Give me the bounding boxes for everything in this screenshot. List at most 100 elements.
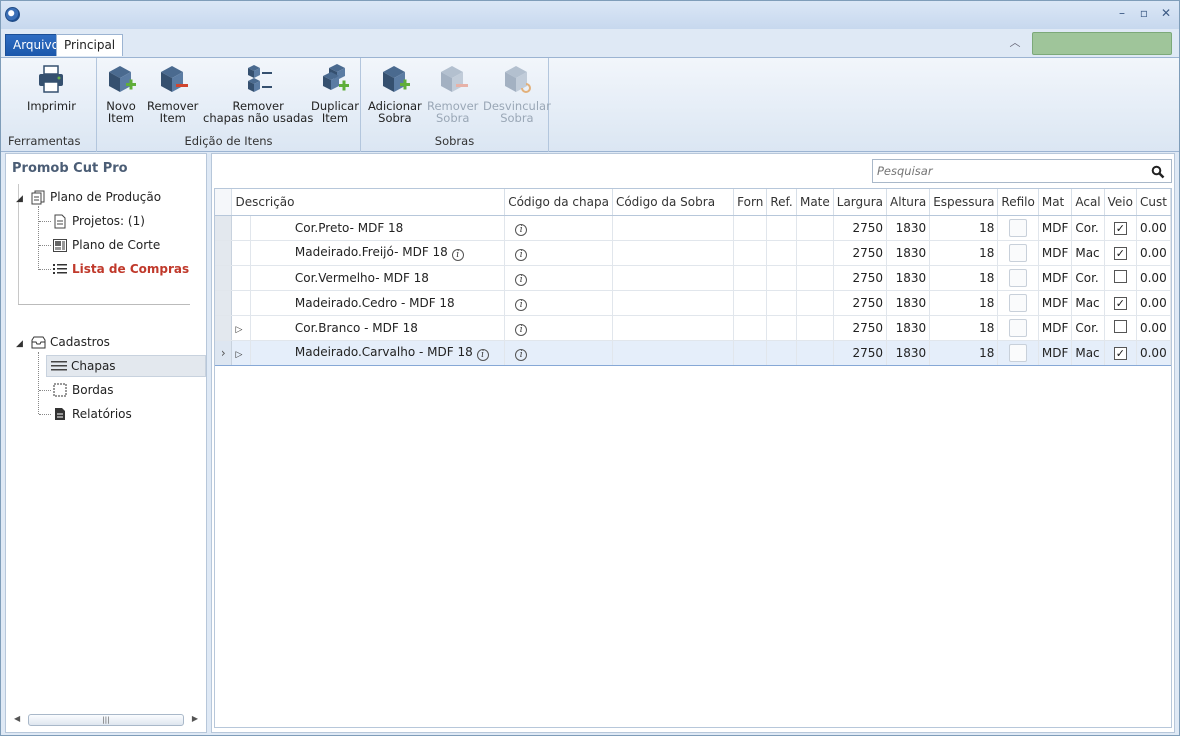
duplicar-item-button[interactable]: Duplicar Item [311, 62, 359, 124]
cell-codigo-chapa[interactable]: i [504, 240, 613, 266]
cell-refilo[interactable] [997, 290, 1039, 316]
veio-checkbox[interactable]: ✓ [1113, 246, 1127, 260]
refilo-button[interactable] [1009, 218, 1028, 237]
row-expander[interactable]: ▷ [231, 315, 251, 341]
cell-custo[interactable]: 0.00 [1136, 240, 1171, 266]
col-mat[interactable]: Mat [1038, 189, 1073, 216]
cell-codigo-chapa[interactable]: i [504, 290, 613, 316]
cell-acab[interactable]: Mac [1071, 290, 1105, 316]
cell-codigo-chapa[interactable]: i [504, 215, 613, 241]
nav-chapas[interactable]: Chapas [46, 355, 206, 377]
info-icon[interactable]: i [515, 298, 528, 311]
cell-forn[interactable] [733, 315, 768, 341]
cell-ref[interactable] [766, 215, 797, 241]
cell-mat[interactable]: MDF [1038, 215, 1073, 241]
cell-veio[interactable] [1104, 265, 1137, 291]
cell-largura[interactable]: 2750 [833, 290, 888, 316]
cell-mate[interactable] [796, 290, 834, 316]
row-selector[interactable] [215, 315, 233, 341]
nav-plano-producao[interactable]: Plano de Produção [30, 187, 161, 207]
col-espessura[interactable]: Espessura [929, 189, 999, 216]
cell-veio[interactable]: ✓ [1104, 215, 1137, 241]
scroll-left-icon[interactable]: ◀ [14, 714, 20, 723]
refilo-button[interactable] [1009, 318, 1028, 337]
cell-codigo-chapa[interactable]: i [504, 315, 613, 341]
col-altura[interactable]: Altura [886, 189, 931, 216]
row-expander[interactable]: ▷ [231, 339, 251, 366]
nav-projetos[interactable]: Projetos: (1) [52, 211, 145, 231]
cell-descricao[interactable]: Cor.Preto- MDF 18 [250, 215, 506, 241]
cell-ref[interactable] [766, 240, 797, 266]
row-selector[interactable] [215, 290, 233, 316]
cell-codigo-sobra[interactable] [612, 240, 735, 266]
adicionar-sobra-button[interactable]: Adicionar Sobra [368, 62, 422, 124]
remover-chapas-nao-usadas-button[interactable]: Remover chapas não usadas [203, 62, 313, 124]
cell-veio[interactable]: ✓ [1104, 240, 1137, 266]
veio-checkbox[interactable]: ✓ [1113, 296, 1127, 310]
cell-espessura[interactable]: 18 [929, 290, 999, 316]
desvincular-sobra-button[interactable]: Desvincular Sobra [483, 62, 551, 124]
cell-veio[interactable] [1104, 315, 1137, 341]
nav-relatorios[interactable]: Relatórios [52, 404, 132, 424]
cell-codigo-chapa[interactable]: i [504, 339, 613, 366]
info-icon[interactable]: i [515, 323, 528, 336]
cell-refilo[interactable] [997, 339, 1039, 366]
cell-espessura[interactable]: 18 [929, 215, 999, 241]
cell-forn[interactable] [733, 290, 768, 316]
cell-largura[interactable]: 2750 [833, 215, 888, 241]
table-row[interactable]: ▷ Cor.Branco - MDF 18 i 2750 1830 18 MDF Cor. 0.… [215, 315, 1171, 341]
imprimir-button[interactable]: Imprimir [27, 62, 76, 112]
scroll-thumb[interactable]: ||| [28, 714, 184, 726]
cell-descricao[interactable]: Cor.Vermelho- MDF 18 [250, 265, 506, 291]
cell-acab[interactable]: Mac [1071, 339, 1105, 366]
cell-acab[interactable]: Cor. [1071, 315, 1105, 341]
cell-mat[interactable]: MDF [1038, 339, 1073, 366]
expand-plano-chevron-icon[interactable]: ◢ [16, 194, 23, 204]
cell-mat[interactable]: MDF [1038, 315, 1073, 341]
table-row[interactable]: Madeirado.Cedro - MDF 18 i 2750 1830 18 MDF Ma… [215, 290, 1171, 316]
cell-refilo[interactable] [997, 265, 1039, 291]
table-row[interactable]: › ▷ Madeirado.Carvalho - MDF 18 i i 2750 1830… [215, 339, 1171, 366]
cell-largura[interactable]: 2750 [833, 265, 888, 291]
col-custo[interactable]: Cust [1136, 189, 1171, 216]
cell-acab[interactable]: Cor. [1071, 215, 1105, 241]
cell-altura[interactable]: 1830 [886, 215, 931, 241]
col-codigo-sobra[interactable]: Código da Sobra [612, 189, 735, 216]
cell-altura[interactable]: 1830 [886, 290, 931, 316]
cell-codigo-sobra[interactable] [612, 315, 735, 341]
cell-forn[interactable] [733, 265, 768, 291]
cell-custo[interactable]: 0.00 [1136, 215, 1171, 241]
cell-ref[interactable] [766, 339, 797, 366]
cell-acab[interactable]: Mac [1071, 240, 1105, 266]
cell-altura[interactable]: 1830 [886, 240, 931, 266]
cell-descricao[interactable]: Madeirado.Carvalho - MDF 18 i [250, 339, 506, 366]
cell-mate[interactable] [796, 315, 834, 341]
cell-mat[interactable]: MDF [1038, 290, 1073, 316]
remover-item-button[interactable]: Remover Item [147, 62, 198, 124]
expand-cadastros-chevron-icon[interactable]: ◢ [16, 339, 23, 349]
cell-ref[interactable] [766, 265, 797, 291]
veio-checkbox[interactable] [1113, 269, 1127, 283]
cell-acab[interactable]: Cor. [1071, 265, 1105, 291]
veio-checkbox[interactable] [1113, 319, 1127, 333]
cell-altura[interactable]: 1830 [886, 315, 931, 341]
cell-custo[interactable]: 0.00 [1136, 339, 1171, 366]
nav-cadastros[interactable]: Cadastros [30, 332, 110, 352]
cell-mat[interactable]: MDF [1038, 265, 1073, 291]
cell-custo[interactable]: 0.00 [1136, 265, 1171, 291]
refilo-button[interactable] [1009, 268, 1028, 287]
cell-espessura[interactable]: 18 [929, 339, 999, 366]
nav-bordas[interactable]: Bordas [52, 380, 114, 400]
cell-veio[interactable]: ✓ [1104, 339, 1137, 366]
nav-horizontal-scrollbar[interactable]: ◀ ||| ▶ [10, 712, 202, 728]
scroll-right-icon[interactable]: ▶ [192, 714, 198, 723]
cell-altura[interactable]: 1830 [886, 339, 931, 366]
cell-descricao[interactable]: Madeirado.Freijó- MDF 18 i [250, 240, 506, 266]
table-row[interactable]: Cor.Preto- MDF 18 i 2750 1830 18 MDF Cor. ✓ 0.00 [215, 215, 1171, 241]
table-row[interactable]: Madeirado.Freijó- MDF 18 i i 2750 1830 18 MDF… [215, 240, 1171, 266]
cell-forn[interactable] [733, 339, 768, 366]
close-button[interactable]: ✕ [1159, 6, 1173, 20]
veio-checkbox[interactable]: ✓ [1113, 346, 1127, 360]
cell-codigo-sobra[interactable] [612, 215, 735, 241]
cell-custo[interactable]: 0.00 [1136, 315, 1171, 341]
